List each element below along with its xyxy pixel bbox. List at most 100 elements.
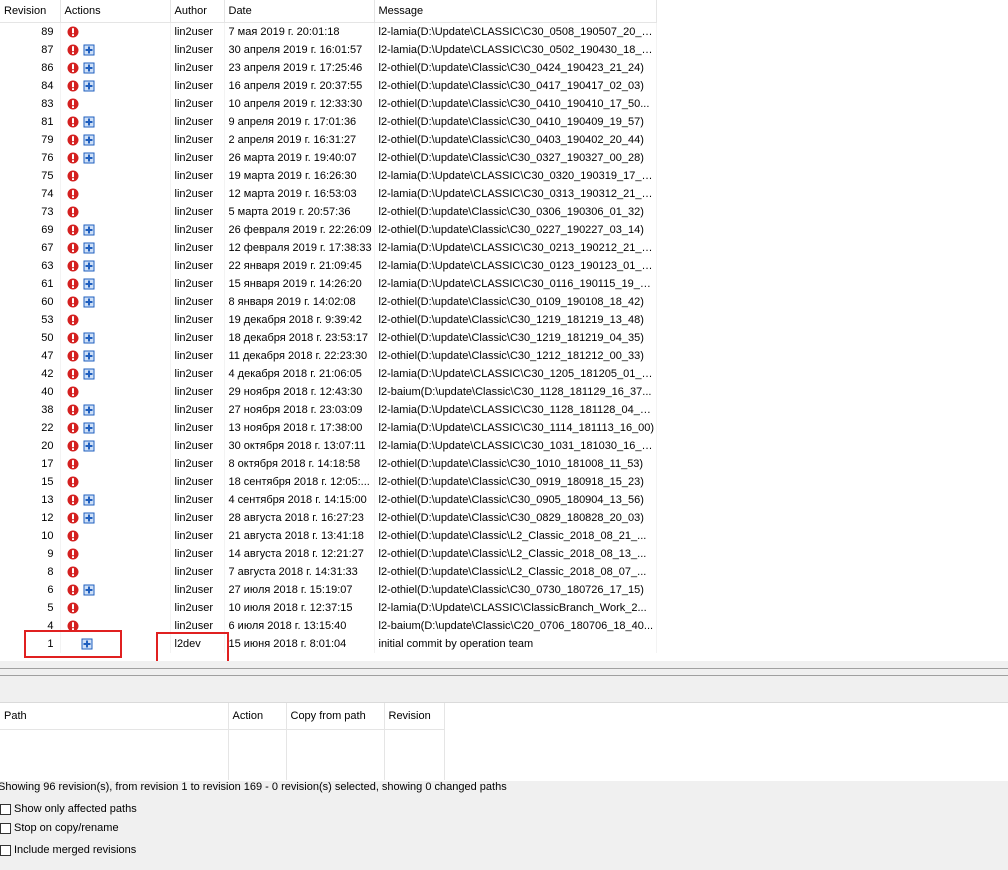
column-header-action[interactable]: Action <box>228 703 287 730</box>
revision-row[interactable]: 67 lin2user 12 февраля 2019 г. 17:38:33 l2-… <box>0 239 657 257</box>
revision-number: 73 <box>0 203 61 221</box>
revision-date: 14 августа 2018 г. 12:21:27 <box>224 545 375 563</box>
revision-row[interactable]: 5 lin2user 10 июля 2018 г. 12:37:15 l2-lami… <box>0 599 657 617</box>
revision-row[interactable]: 87 lin2user 30 апреля 2019 г. 16:01:57 l2-l… <box>0 41 657 59</box>
column-header-path[interactable]: Path <box>0 703 229 730</box>
revision-row[interactable]: 74 lin2user 12 марта 2019 г. 16:53:03 l2-la… <box>0 185 657 203</box>
revision-message: l2-lamia(D:\Update\CLASSIC\C30_1128_1811… <box>374 401 657 419</box>
revision-row[interactable]: 6 lin2user 27 июля 2018 г. 15:19:07 l2-othi… <box>0 581 657 599</box>
revision-actions <box>60 95 171 113</box>
revision-row[interactable]: 89 lin2user 7 мая 2019 г. 20:01:18 l2-lamia… <box>0 22 657 41</box>
revision-row[interactable]: 4 lin2user 6 июля 2018 г. 13:15:40 l2-baium… <box>0 617 657 635</box>
added-icon <box>83 512 95 524</box>
column-header-actions[interactable]: Actions <box>60 0 171 23</box>
modified-icon <box>67 206 79 218</box>
revision-row[interactable]: 81 lin2user 9 апреля 2019 г. 17:01:36 l2-ot… <box>0 113 657 131</box>
revision-row[interactable]: 83 lin2user 10 апреля 2019 г. 12:33:30 l2-o… <box>0 95 657 113</box>
revision-row[interactable]: 84 lin2user 16 апреля 2019 г. 20:37:55 l2-o… <box>0 77 657 95</box>
revision-row[interactable]: 69 lin2user 26 февраля 2019 г. 22:26:09 l2-… <box>0 221 657 239</box>
empty-cell <box>228 729 287 780</box>
modified-icon <box>67 98 79 110</box>
revision-row[interactable]: 17 lin2user 8 октября 2018 г. 14:18:58 l2-o… <box>0 455 657 473</box>
include-merged-revisions-checkbox[interactable]: Include merged revisions <box>0 844 136 856</box>
revision-row[interactable]: 9 lin2user 14 августа 2018 г. 12:21:27 l2-o… <box>0 545 657 563</box>
revision-number: 75 <box>0 167 61 185</box>
revision-actions <box>60 401 171 419</box>
revision-message: l2-lamia(D:\Update\CLASSIC\C30_0508_1905… <box>374 22 657 41</box>
revision-message: l2-lamia(D:\Update\CLASSIC\C30_1205_1812… <box>374 365 657 383</box>
revision-author: lin2user <box>170 257 225 275</box>
revision-date: 19 марта 2019 г. 16:26:30 <box>224 167 375 185</box>
revision-row[interactable]: 20 lin2user 30 октября 2018 г. 13:07:11 l2-… <box>0 437 657 455</box>
modified-icon <box>67 44 79 56</box>
added-icon <box>83 404 95 416</box>
revision-row[interactable]: 12 lin2user 28 августа 2018 г. 16:27:23 l2-… <box>0 509 657 527</box>
checkbox-box[interactable] <box>0 803 11 815</box>
revision-number: 76 <box>0 149 61 167</box>
revision-date: 23 апреля 2019 г. 17:25:46 <box>224 59 375 77</box>
revision-date: 26 марта 2019 г. 19:40:07 <box>224 149 375 167</box>
revision-actions <box>60 149 171 167</box>
revision-row[interactable]: 22 lin2user 13 ноября 2018 г. 17:38:00 l2-l… <box>0 419 657 437</box>
revision-table: Revision Actions Author Date Message 89 l… <box>0 0 657 653</box>
revision-row[interactable]: 76 lin2user 26 марта 2019 г. 19:40:07 l2-ot… <box>0 149 657 167</box>
revision-row[interactable]: 15 lin2user 18 сентября 2018 г. 12:05:... l… <box>0 473 657 491</box>
column-header-path-revision[interactable]: Revision <box>384 703 445 730</box>
revision-actions <box>60 311 171 329</box>
revision-date: 30 октября 2018 г. 13:07:11 <box>224 437 375 455</box>
modified-icon <box>67 188 79 200</box>
revision-row[interactable]: 73 lin2user 5 марта 2019 г. 20:57:36 l2-oth… <box>0 203 657 221</box>
revision-message: l2-lamia(D:\Update\CLASSIC\C30_0502_1904… <box>374 41 657 59</box>
revision-number: 67 <box>0 239 61 257</box>
revision-author: lin2user <box>170 59 225 77</box>
revision-row[interactable]: 61 lin2user 15 января 2019 г. 14:26:20 l2-l… <box>0 275 657 293</box>
checkbox-box[interactable] <box>0 822 11 834</box>
revision-row[interactable]: 38 lin2user 27 ноября 2018 г. 23:03:09 l2-l… <box>0 401 657 419</box>
stop-on-copy-rename-checkbox[interactable]: Stop on copy/rename <box>0 822 119 834</box>
checkbox-label: Show only affected paths <box>14 803 137 815</box>
revision-actions <box>60 473 171 491</box>
revision-author: lin2user <box>170 455 225 473</box>
show-only-affected-paths-checkbox[interactable]: Show only affected paths <box>0 803 137 815</box>
revision-row[interactable]: 75 lin2user 19 марта 2019 г. 16:26:30 l2-la… <box>0 167 657 185</box>
revision-message: l2-lamia(D:\Update\CLASSIC\C30_0320_1903… <box>374 167 657 185</box>
revision-row[interactable]: 8 lin2user 7 августа 2018 г. 14:31:33 l2-ot… <box>0 563 657 581</box>
added-icon <box>83 134 95 146</box>
revision-author: lin2user <box>170 293 225 311</box>
revision-row[interactable]: 40 lin2user 29 ноября 2018 г. 12:43:30 l2-b… <box>0 383 657 401</box>
revision-author: l2dev <box>170 635 225 653</box>
revision-row[interactable]: 79 lin2user 2 апреля 2019 г. 16:31:27 l2-ot… <box>0 131 657 149</box>
revision-actions <box>60 221 171 239</box>
revision-message: l2-othiel(D:\update\Classic\C30_1212_181… <box>374 347 657 365</box>
revision-number: 13 <box>0 491 61 509</box>
pane-splitter[interactable] <box>0 668 1008 676</box>
revision-actions <box>60 437 171 455</box>
revision-actions <box>60 617 171 635</box>
column-header-revision[interactable]: Revision <box>0 0 61 23</box>
column-header-copy-from-path[interactable]: Copy from path <box>286 703 385 730</box>
revision-author: lin2user <box>170 545 225 563</box>
revision-row[interactable]: 47 lin2user 11 декабря 2018 г. 22:23:30 l2-… <box>0 347 657 365</box>
revision-actions <box>60 365 171 383</box>
revision-row[interactable]: 42 lin2user 4 декабря 2018 г. 21:06:05 l2-l… <box>0 365 657 383</box>
column-header-message[interactable]: Message <box>374 0 657 23</box>
revision-author: lin2user <box>170 239 225 257</box>
revision-date: 18 сентября 2018 г. 12:05:... <box>224 473 375 491</box>
revision-author: lin2user <box>170 77 225 95</box>
revision-row[interactable]: 53 lin2user 19 декабря 2018 г. 9:39:42 l2-o… <box>0 311 657 329</box>
added-icon <box>83 152 95 164</box>
added-icon <box>83 224 95 236</box>
revision-row[interactable]: 10 lin2user 21 августа 2018 г. 13:41:18 l2-… <box>0 527 657 545</box>
column-header-date[interactable]: Date <box>224 0 375 23</box>
column-header-author[interactable]: Author <box>170 0 225 23</box>
revision-row[interactable]: 86 lin2user 23 апреля 2019 г. 17:25:46 l2-o… <box>0 59 657 77</box>
revision-row[interactable]: 50 lin2user 18 декабря 2018 г. 23:53:17 l2-… <box>0 329 657 347</box>
revision-row[interactable]: 13 lin2user 4 сентября 2018 г. 14:15:00 l2-… <box>0 491 657 509</box>
checkbox-box[interactable] <box>0 844 11 856</box>
revision-row[interactable]: 60 lin2user 8 января 2019 г. 14:02:08 l2-ot… <box>0 293 657 311</box>
revision-row[interactable]: 1 l2dev 15 июня 2018 г. 8:01:04 initial com… <box>0 635 657 653</box>
revision-row[interactable]: 63 lin2user 22 января 2019 г. 21:09:45 l2-l… <box>0 257 657 275</box>
revision-date: 5 марта 2019 г. 20:57:36 <box>224 203 375 221</box>
modified-icon <box>67 242 79 254</box>
revision-actions <box>60 167 171 185</box>
